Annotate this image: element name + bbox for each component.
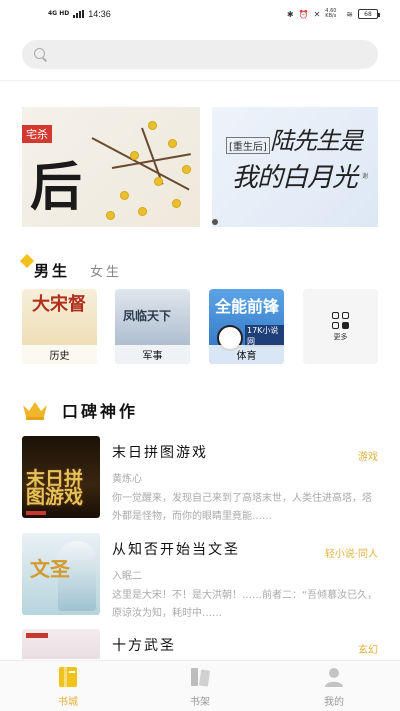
book-item[interactable]: 末日拼图游戏 末日拼图游戏 游戏 黄炼心 你一觉醒来，发现自己来到了高塔末世，人…	[22, 436, 378, 522]
category-more[interactable]: 更多	[303, 289, 378, 364]
book-title[interactable]: 从知否开始当文圣	[112, 539, 240, 559]
category-sports[interactable]: 全能前锋 17K小说网 体育	[209, 289, 284, 364]
banner-slide-2-tag: [重生后]	[226, 137, 270, 154]
banner-slide-1[interactable]: 宅杀 后	[22, 107, 200, 227]
banner-slide-1-tag: 宅杀	[22, 125, 52, 143]
network-indicator: 4G HD	[48, 10, 70, 17]
flower-decoration	[154, 177, 163, 186]
tab-male[interactable]: 男生	[34, 260, 70, 281]
flower-decoration	[106, 211, 115, 220]
banner-slide-2-title-line-2: 我的白月光	[232, 163, 358, 193]
sports-cover-publisher: 17K小说网	[245, 325, 284, 347]
signal-icon	[73, 10, 85, 18]
status-time: 14:36	[88, 9, 111, 19]
network-speed: 4.60 KB/s	[325, 8, 337, 19]
banner-slide-2-title-line-1: 陆先生是	[270, 127, 363, 155]
bookshelf-icon	[188, 665, 212, 689]
book-item[interactable]: 文圣 从知否开始当文圣 轻小说·同人 入眠二 这里是大宋！不！是大洪朝！……前者…	[22, 533, 378, 619]
category-military[interactable]: 凤临天下 军事	[115, 289, 190, 364]
history-cover-text: 大宋督	[32, 294, 86, 315]
nav-label: 书城	[58, 697, 78, 708]
book-cover[interactable]: 末日拼图游戏	[22, 436, 100, 518]
book-genre-tag: 轻小说·同人	[324, 549, 378, 560]
book-author: 黄炼心	[112, 474, 142, 485]
wifi-icon: ≋	[346, 9, 353, 19]
category-history[interactable]: 大宋督 历史	[22, 289, 97, 364]
book-description: 这里是大宋！不！是大洪朝！……前者二：“吾倾慕汝已久，原谅汝为知，耗时中……	[112, 590, 378, 619]
book-cover-text: 文圣	[30, 557, 70, 581]
category-label: 体育	[209, 345, 284, 364]
book-genre-tag: 游戏	[358, 452, 378, 463]
battery-icon: 68	[358, 9, 380, 19]
book-author: 入眠二	[112, 571, 142, 582]
flower-decoration	[168, 139, 177, 148]
banner-slide-2-subtitle: 谢	[362, 173, 369, 180]
alarm-icon: ⏰	[298, 9, 309, 19]
mute-icon: ✕	[313, 9, 321, 19]
tab-female[interactable]: 女生	[90, 261, 122, 280]
nav-bookstore[interactable]: 书城	[28, 661, 108, 711]
banner-slide-1-title: 后	[30, 157, 83, 218]
search-input[interactable]	[22, 40, 378, 69]
section-title: 口碑神作	[62, 402, 139, 421]
banner-slide-2[interactable]: [重生后] 陆先生是 我的白月光 谢	[212, 107, 378, 227]
nav-bookshelf[interactable]: 书架	[160, 661, 240, 711]
flower-decoration	[148, 121, 157, 130]
sports-cover-text: 全能前锋	[215, 297, 280, 316]
tab-accent-diamond	[19, 253, 35, 269]
book-cover[interactable]: 文圣	[22, 533, 100, 615]
gender-tabs: 男生 女生	[19, 253, 122, 284]
battery-level: 68	[364, 10, 372, 18]
bottom-nav: 书城 书架 我的	[0, 660, 400, 711]
nav-label: 书架	[190, 697, 210, 708]
profile-icon	[322, 665, 346, 689]
category-label: 军事	[115, 345, 190, 364]
header-divider	[0, 80, 400, 81]
book-cover[interactable]	[22, 629, 100, 659]
book-description: 你一觉醒来，发现自己来到了高塔末世，人类住进高塔，塔外都是怪物，而你的眼睛里竟能…	[112, 493, 372, 522]
branch-decoration	[141, 127, 164, 185]
flower-decoration	[120, 191, 129, 200]
book-item[interactable]: 十方武圣 玄幻	[22, 629, 378, 659]
flower-decoration	[138, 207, 147, 216]
status-left: 4G HD 14:36	[48, 9, 111, 19]
category-label: 历史	[22, 345, 97, 364]
status-right: ✱ ⏰ ✕ 4.60 KB/s ≋ 68	[286, 8, 380, 19]
book-title[interactable]: 十方武圣	[112, 635, 176, 655]
carousel-indicator-dot[interactable]	[212, 219, 218, 225]
crown-icon	[22, 400, 48, 420]
book-title[interactable]: 末日拼图游戏	[112, 442, 208, 462]
military-cover-text: 凤临天下	[123, 309, 172, 323]
flower-decoration	[172, 199, 181, 208]
more-grid-icon	[332, 312, 349, 329]
bookstore-icon	[56, 665, 80, 689]
flower-decoration	[130, 151, 139, 160]
book-genre-tag: 玄幻	[358, 645, 378, 656]
publisher-badge	[26, 511, 46, 515]
nav-label: 我的	[324, 697, 344, 708]
search-icon	[34, 47, 48, 62]
bluetooth-icon: ✱	[286, 9, 294, 19]
book-cover-text: 末日拼图游戏	[26, 468, 84, 508]
category-label: 更多	[333, 333, 348, 341]
publisher-badge	[26, 633, 48, 638]
nav-profile[interactable]: 我的	[294, 661, 374, 711]
flower-decoration	[182, 165, 191, 174]
status-bar: 4G HD 14:36 ✱ ⏰ ✕ 4.60 KB/s ≋ 68	[0, 0, 400, 28]
section-header: 口碑神作	[22, 396, 138, 424]
banner-carousel[interactable]: 宅杀 后 [重生后] 陆先生是 我的白月光 谢	[22, 107, 378, 227]
